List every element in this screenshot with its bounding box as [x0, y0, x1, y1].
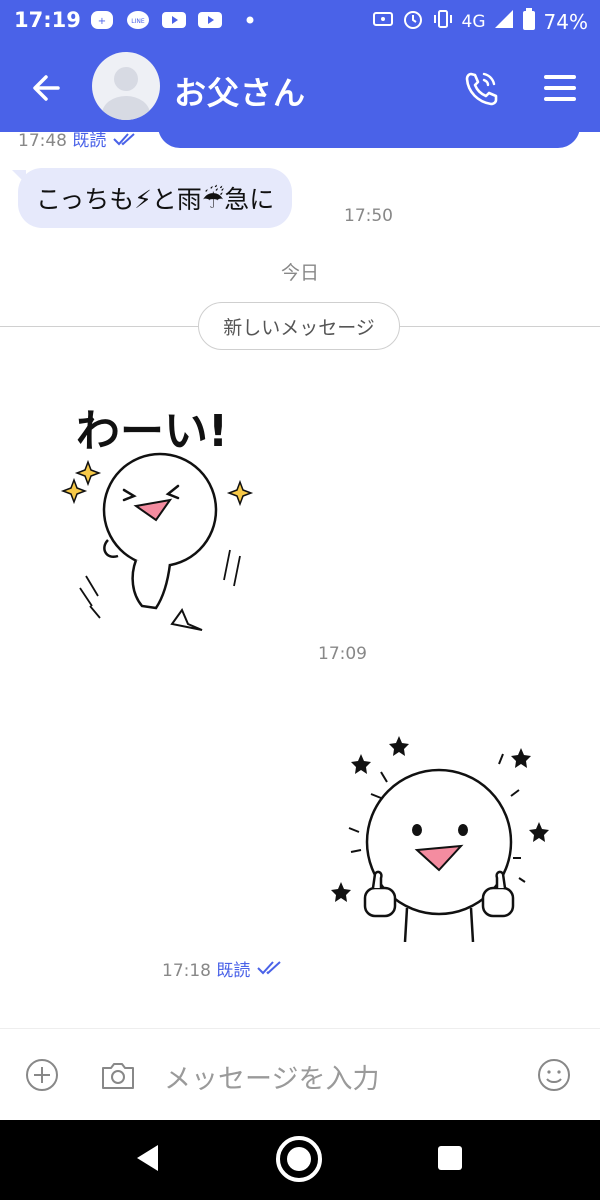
plus-icon[interactable] [22, 1055, 62, 1095]
chat-header: お父さん [0, 40, 600, 132]
message-text: こっちも⚡と雨☔急に [36, 185, 275, 214]
back-arrow-icon[interactable] [24, 66, 68, 110]
read-check-icon [256, 961, 284, 981]
alarm-icon [402, 8, 424, 35]
system-nav-bar [0, 1120, 600, 1200]
vibrate-icon [432, 9, 454, 34]
previous-outgoing-bubble[interactable] [158, 132, 580, 148]
notification-app-icon: + [90, 9, 114, 31]
status-bar: 17:19 + LINE 4G 74% [0, 0, 600, 40]
chat-title: お父さん [174, 74, 307, 112]
youtube-icon [198, 9, 222, 31]
nav-home-icon[interactable] [274, 1134, 324, 1188]
read-label: 既読 [216, 961, 251, 981]
menu-icon[interactable] [540, 68, 580, 108]
sticker-message[interactable] [325, 732, 555, 943]
emoji-icon[interactable] [534, 1055, 574, 1095]
svg-text:+: + [98, 16, 106, 27]
previous-message-meta: 17:48 既読 [18, 132, 138, 151]
phone-icon[interactable] [462, 66, 502, 110]
camera-icon[interactable] [98, 1055, 138, 1095]
message-time: 17:18 [162, 961, 211, 981]
status-right: 4G 74% [372, 8, 588, 35]
new-messages-label: 新しいメッセージ [198, 302, 400, 350]
status-time: 17:19 [14, 8, 81, 32]
battery-percent: 74% [543, 9, 588, 34]
network-label: 4G [461, 11, 486, 32]
read-label: 既読 [72, 132, 107, 151]
avatar[interactable] [92, 52, 160, 120]
nav-recents-icon[interactable] [438, 1146, 462, 1170]
line-app-icon: LINE [126, 9, 150, 31]
date-separator: 今日 [280, 262, 319, 284]
message-meta: 17:18 既読 [162, 956, 284, 981]
sticker-text: わーい! [76, 406, 228, 457]
signal-icon [494, 9, 514, 34]
message-time: 17:09 [318, 644, 367, 664]
incoming-message-bubble[interactable]: こっちも⚡と雨☔急に [11, 168, 293, 228]
svg-text:LINE: LINE [131, 18, 145, 25]
dot-icon [238, 9, 262, 31]
read-check-icon [112, 132, 138, 151]
youtube-icon [162, 9, 186, 31]
sticker-message[interactable]: わーい! [60, 400, 270, 636]
cast-icon [372, 9, 394, 34]
message-time: 17:48 [18, 132, 67, 151]
chat-area[interactable]: 17:48 既読 こっちも⚡と雨☔急に 17:50 今日 新しいメッセージ わー… [0, 132, 600, 1028]
battery-icon [522, 8, 536, 35]
nav-back-icon[interactable] [134, 1142, 162, 1178]
message-time: 17:50 [344, 206, 393, 226]
message-input-bar: メッセージを入力 [0, 1028, 600, 1121]
message-input[interactable]: メッセージを入力 [164, 1057, 379, 1096]
